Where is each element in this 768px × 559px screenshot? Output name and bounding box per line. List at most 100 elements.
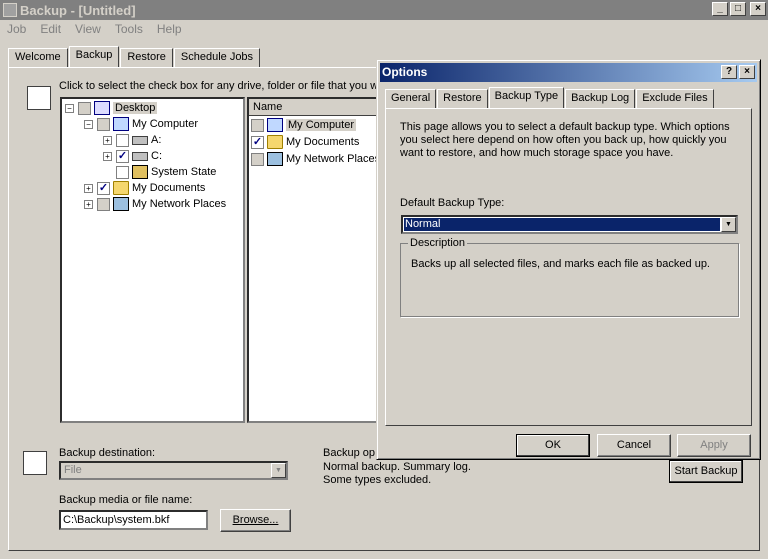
dialog-controls: ? × <box>721 65 755 79</box>
tab-welcome[interactable]: Welcome <box>8 48 68 67</box>
list-item[interactable]: My Network Places <box>251 151 379 167</box>
browse-button[interactable]: Browse... <box>220 509 291 532</box>
tree-item-system-state[interactable]: System State <box>116 164 216 180</box>
tree-label: My Documents <box>132 182 206 194</box>
folder-tree[interactable]: − Desktop − My Computer + A: + ✓ C: Syst… <box>60 97 245 423</box>
menu-tools[interactable]: Tools <box>108 22 150 36</box>
dropdown-arrow-icon[interactable]: ▼ <box>721 217 736 232</box>
computer-icon <box>267 118 283 132</box>
menu-job[interactable]: Job <box>0 22 33 36</box>
backup-type-panel: This page allows you to select a default… <box>385 108 752 426</box>
description-legend: Description <box>408 237 468 249</box>
tree-checkbox[interactable] <box>78 101 91 115</box>
computer-icon <box>113 117 129 131</box>
list-label: My Network Places <box>286 153 379 165</box>
media-file-input[interactable]: C:\Backup\system.bkf <box>59 510 208 530</box>
dialog-title: Options <box>382 65 428 79</box>
window-titlebar: Backup - [Untitled] _ □ × <box>0 0 768 20</box>
expand-icon[interactable]: + <box>84 183 93 193</box>
dialog-tabs: General Restore Backup Type Backup Log E… <box>385 87 715 108</box>
tree-item-my-documents[interactable]: + ✓ My Documents <box>84 180 205 196</box>
floppy-drive-icon <box>132 135 148 145</box>
backup-type-select[interactable]: Normal ▼ <box>401 215 738 234</box>
tree-label: C: <box>151 150 162 162</box>
list-checkbox[interactable] <box>251 118 264 132</box>
menu-edit[interactable]: Edit <box>33 22 68 36</box>
tab-restore[interactable]: Restore <box>120 48 173 67</box>
tab-schedule-jobs[interactable]: Schedule Jobs <box>173 48 261 67</box>
column-header-name[interactable]: Name <box>249 99 377 116</box>
start-backup-button[interactable]: Start Backup <box>669 460 743 483</box>
backup-type-value: Normal <box>403 217 721 232</box>
list-checkbox[interactable] <box>251 152 264 166</box>
folder-icon <box>113 181 129 195</box>
menu-view[interactable]: View <box>68 22 108 36</box>
ok-button[interactable]: OK <box>516 434 590 457</box>
network-icon <box>267 152 283 166</box>
window-title: Backup - [Untitled] <box>20 2 136 18</box>
tree-item-desktop[interactable]: − Desktop <box>65 100 158 116</box>
apply-button[interactable]: Apply <box>677 434 751 457</box>
cancel-button[interactable]: Cancel <box>597 434 671 457</box>
tree-item-my-computer[interactable]: − My Computer <box>84 116 198 132</box>
destination-label: Backup destination: <box>59 447 156 459</box>
backup-options-exclusions: Some types excluded. <box>323 474 432 486</box>
tree-checkbox[interactable] <box>116 165 129 179</box>
main-tabs: Welcome Backup Restore Schedule Jobs <box>8 46 261 67</box>
destination-icon <box>23 451 47 475</box>
expand-icon[interactable]: + <box>103 151 112 161</box>
description-text: Backs up all selected files, and marks e… <box>411 258 710 270</box>
browse-label: Browse... <box>232 514 279 526</box>
folder-icon <box>267 135 283 149</box>
tab-backup-log[interactable]: Backup Log <box>565 89 636 108</box>
tree-item-drive-a[interactable]: + A: <box>103 132 161 148</box>
tree-checkbox[interactable] <box>116 133 129 147</box>
collapse-icon[interactable]: − <box>84 119 93 129</box>
list-label: My Computer <box>286 119 357 131</box>
expand-icon[interactable]: + <box>103 135 112 145</box>
close-button[interactable]: × <box>750 2 766 16</box>
tab-backup-type[interactable]: Backup Type <box>488 87 565 108</box>
tree-checkbox[interactable] <box>97 117 110 131</box>
maximize-button[interactable]: □ <box>730 2 746 16</box>
destination-value: File <box>64 464 82 476</box>
tab-general[interactable]: General <box>385 89 437 108</box>
tree-checkbox[interactable]: ✓ <box>116 149 129 163</box>
tree-label: My Network Places <box>132 198 227 210</box>
default-type-label: Default Backup Type: <box>400 197 505 209</box>
tree-item-my-network-places[interactable]: + My Network Places <box>84 196 226 212</box>
list-label: My Documents <box>286 136 360 148</box>
help-button[interactable]: ? <box>721 65 737 79</box>
contents-list[interactable]: Name My Computer ✓ My Documents My Netwo… <box>247 97 379 423</box>
backup-app-icon <box>3 3 17 17</box>
dialog-titlebar: Options ? × <box>380 63 757 82</box>
list-item[interactable]: My Computer <box>251 117 357 133</box>
list-item[interactable]: ✓ My Documents <box>251 134 359 150</box>
dropdown-arrow-icon[interactable]: ▼ <box>271 463 286 478</box>
hard-drive-icon <box>132 151 148 161</box>
minimize-button[interactable]: _ <box>712 2 728 16</box>
collapse-icon[interactable]: − <box>65 103 74 113</box>
desktop-icon <box>94 101 110 115</box>
system-state-icon <box>132 165 148 179</box>
tree-item-drive-c[interactable]: + ✓ C: <box>103 148 162 164</box>
tree-label: My Computer <box>132 118 199 130</box>
tab-restore-options[interactable]: Restore <box>437 89 488 108</box>
tab-backup[interactable]: Backup <box>68 46 120 67</box>
media-label: Backup media or file name: <box>59 494 193 506</box>
tree-label: Desktop <box>113 102 158 114</box>
menu-help[interactable]: Help <box>150 22 189 36</box>
destination-select[interactable]: File ▼ <box>59 461 288 480</box>
tree-label: A: <box>151 134 162 146</box>
checklist-icon <box>27 86 51 110</box>
backup-options-summary: Normal backup. Summary log. <box>323 461 471 473</box>
tree-label: System State <box>151 166 217 178</box>
window-controls: _ □ × <box>712 2 766 16</box>
network-icon <box>113 197 129 211</box>
tree-checkbox[interactable]: ✓ <box>97 181 110 195</box>
list-checkbox[interactable]: ✓ <box>251 135 264 149</box>
tab-exclude-files[interactable]: Exclude Files <box>636 89 714 108</box>
expand-icon[interactable]: + <box>84 199 93 209</box>
dialog-close-button[interactable]: × <box>739 65 755 79</box>
tree-checkbox[interactable] <box>97 197 110 211</box>
